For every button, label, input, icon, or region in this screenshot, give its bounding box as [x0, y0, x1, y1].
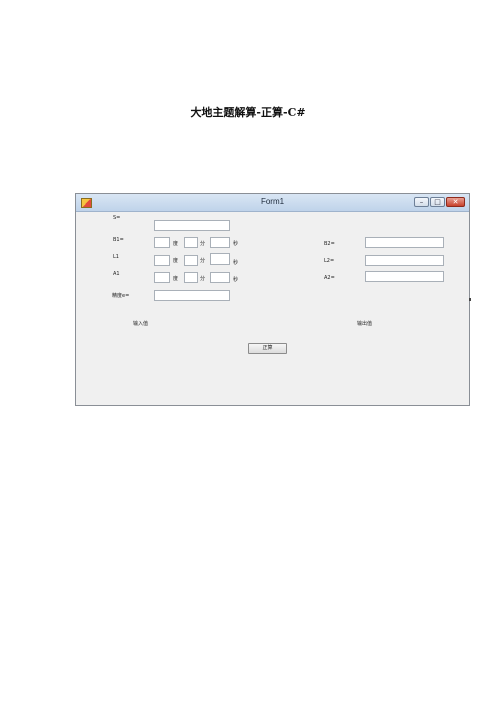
l1-second-input[interactable] [210, 253, 230, 265]
a1-label: A1 [113, 271, 120, 277]
b1-label: B1= [113, 237, 124, 243]
form-client-area: S= B1= 度 分 秒 L1 度 分 秒 A1 度 分 秒 精度e= B2= … [76, 212, 469, 405]
a2-output[interactable] [365, 271, 444, 282]
l2-output[interactable] [365, 255, 444, 266]
close-button[interactable]: ✕ [446, 197, 465, 207]
a1-degree-input[interactable] [154, 272, 170, 283]
l1-degree-unit: 度 [173, 258, 179, 264]
l1-minute-input[interactable] [184, 255, 198, 266]
a1-second-input[interactable] [210, 272, 230, 283]
page-edge-mark [469, 298, 471, 301]
maximize-button[interactable]: □ [430, 197, 445, 207]
l1-second-unit: 秒 [233, 260, 239, 266]
compute-button[interactable]: 正算 [248, 343, 287, 354]
s-input[interactable] [154, 220, 230, 231]
window-titlebar[interactable]: Form1 – □ ✕ [76, 194, 469, 212]
output-section-label: 输出值 [357, 321, 373, 327]
precision-input[interactable] [154, 290, 230, 301]
b2-output[interactable] [365, 237, 444, 248]
window-title: Form1 [260, 197, 285, 206]
form-window: Form1 – □ ✕ S= B1= 度 分 秒 L1 度 分 秒 A1 度 分… [75, 193, 470, 406]
s-label: S= [113, 215, 121, 221]
l1-minute-unit: 分 [200, 258, 206, 264]
a2-label: A2= [324, 275, 335, 281]
a1-degree-unit: 度 [173, 276, 179, 282]
b1-second-input[interactable] [210, 237, 230, 248]
minimize-button[interactable]: – [414, 197, 429, 207]
l1-degree-input[interactable] [154, 255, 170, 266]
b1-second-unit: 秒 [233, 241, 239, 247]
b2-label: B2= [324, 241, 335, 247]
a1-minute-unit: 分 [200, 276, 206, 282]
b1-degree-input[interactable] [154, 237, 170, 248]
b1-degree-unit: 度 [173, 241, 179, 247]
precision-label: 精度e= [112, 293, 130, 299]
input-section-label: 输入值 [133, 321, 149, 327]
b1-minute-unit: 分 [200, 241, 206, 247]
a1-second-unit: 秒 [233, 277, 239, 283]
document-title: 大地主题解算-正算-C# [190, 106, 306, 119]
a1-minute-input[interactable] [184, 272, 198, 283]
l2-label: L2= [324, 258, 335, 264]
b1-minute-input[interactable] [184, 237, 198, 248]
l1-label: L1 [113, 254, 119, 260]
